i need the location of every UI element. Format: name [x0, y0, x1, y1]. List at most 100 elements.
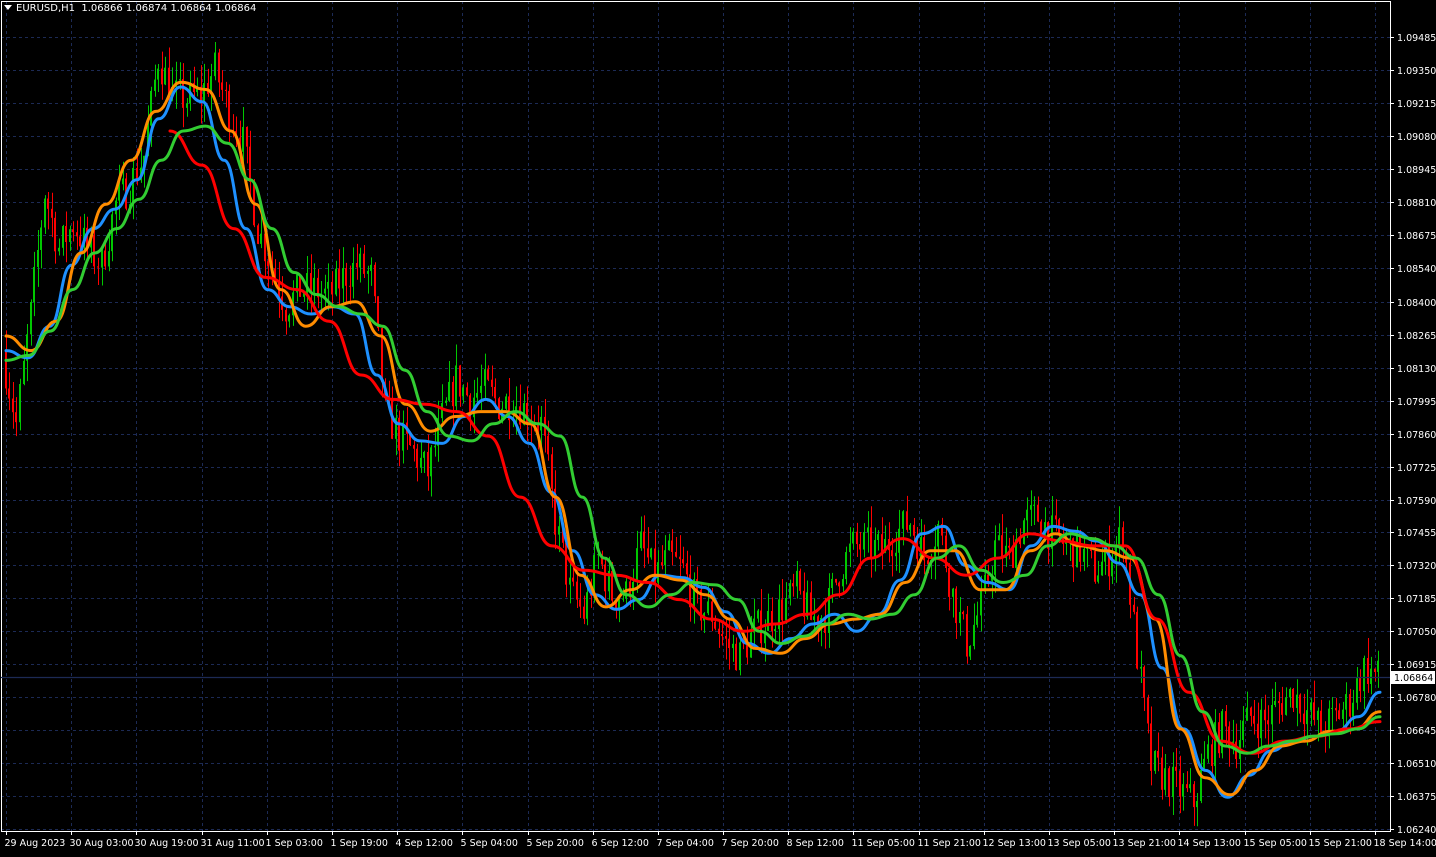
candle-body — [47, 199, 49, 209]
candle-body — [93, 235, 95, 266]
candle-body — [420, 458, 422, 468]
current-price-label: 1.06864 — [1394, 673, 1433, 684]
candle-body — [898, 529, 900, 553]
candle-body — [313, 278, 315, 292]
y-tick-label: 1.08675 — [1397, 231, 1436, 242]
x-tick-label: 7 Sep 20:00 — [722, 838, 779, 849]
candle-body — [572, 578, 574, 582]
candle-body — [675, 552, 677, 557]
candle-body — [122, 179, 124, 185]
y-tick-label: 1.08130 — [1397, 364, 1436, 375]
candle-body — [487, 369, 489, 379]
y-tick-label: 1.09080 — [1397, 132, 1436, 143]
candle-body — [260, 234, 262, 244]
candle-body — [97, 266, 99, 267]
candle-body — [356, 263, 358, 267]
candle-body — [856, 532, 858, 544]
candle-body — [1310, 702, 1312, 710]
candle-body — [1001, 535, 1003, 558]
candle-body — [132, 168, 134, 204]
y-tick-label: 1.07860 — [1397, 430, 1436, 441]
candle-body — [1150, 723, 1152, 770]
candle-body — [728, 639, 730, 648]
candle-body — [909, 525, 911, 530]
candle-body — [952, 589, 954, 597]
x-tick-label: 8 Sep 12:00 — [787, 838, 844, 849]
candle-body — [76, 232, 78, 236]
candle-body — [1274, 701, 1276, 705]
candle-body — [363, 254, 365, 274]
candle-body — [331, 282, 333, 295]
candle-body — [359, 254, 361, 268]
y-tick-label: 1.09485 — [1397, 33, 1436, 44]
candle-body — [895, 553, 897, 556]
candle-body — [1374, 669, 1376, 672]
y-tick-label: 1.06915 — [1397, 660, 1436, 671]
candle-body — [179, 79, 181, 81]
candle-body — [781, 599, 783, 620]
candle-body — [349, 286, 351, 287]
candle-body — [1296, 695, 1298, 708]
price-chart[interactable]: 1.094851.093501.092151.090801.089451.088… — [0, 0, 1436, 853]
candle-body — [845, 552, 847, 579]
y-tick-label: 1.08265 — [1397, 331, 1436, 342]
candle-body — [1182, 784, 1184, 796]
candle-body — [1094, 551, 1096, 582]
candle-body — [1023, 520, 1025, 544]
candle-body — [1292, 689, 1294, 708]
chart-canvas[interactable]: 1.094851.093501.092151.090801.089451.088… — [0, 0, 1436, 853]
chart-info-bar: EURUSD,H1 1.06866 1.06874 1.06864 1.0686… — [4, 3, 256, 15]
candle-body — [1289, 689, 1291, 697]
y-tick-label: 1.07320 — [1397, 561, 1436, 572]
candle-body — [1345, 694, 1347, 710]
candle-body — [718, 629, 720, 634]
axes: 1.094851.093501.092151.090801.089451.088… — [1, 2, 1436, 850]
candle-body — [51, 209, 53, 218]
candle-body — [767, 611, 769, 631]
candle-body — [218, 53, 220, 83]
candle-body — [1359, 678, 1361, 691]
candle-body — [1342, 710, 1344, 719]
candle-body — [962, 612, 964, 614]
candle-body — [735, 644, 737, 670]
candle-body — [799, 571, 801, 591]
moving-averages — [6, 82, 1380, 797]
candle-body — [1225, 711, 1227, 726]
candle-body — [1172, 767, 1174, 797]
candle-body — [902, 511, 904, 528]
candle-body — [852, 532, 854, 544]
candle-body — [257, 225, 259, 244]
candle-body — [1349, 694, 1351, 717]
candle-body — [1299, 695, 1301, 714]
candle-body — [891, 550, 893, 556]
candle-body — [551, 454, 553, 488]
candle-body — [225, 90, 227, 91]
candle-body — [246, 127, 248, 147]
candle-body — [466, 387, 468, 395]
x-tick-label: 4 Sep 12:00 — [396, 838, 453, 849]
dropdown-triangle-icon[interactable] — [4, 5, 12, 10]
candle-body — [913, 525, 915, 536]
candle-body — [434, 446, 436, 448]
candle-body — [657, 562, 659, 583]
candle-body — [1147, 698, 1149, 724]
candle-body — [714, 622, 716, 629]
candle-body — [1097, 575, 1099, 581]
x-tick-label: 13 Sep 21:00 — [1113, 838, 1176, 849]
y-tick-label: 1.06240 — [1397, 825, 1436, 836]
candle-body — [859, 544, 861, 549]
candle-body — [1250, 708, 1252, 716]
ma-fast-line — [6, 87, 1380, 797]
candle-body — [796, 571, 798, 587]
candle-body — [491, 380, 493, 387]
candle-body — [1030, 505, 1032, 510]
candle-body — [1101, 562, 1103, 576]
candle-body — [622, 598, 624, 599]
y-tick-label: 1.06780 — [1397, 693, 1436, 704]
candle-body — [505, 396, 507, 408]
candle-body — [785, 598, 787, 620]
candle-body — [44, 199, 46, 228]
candle-body — [1271, 705, 1273, 724]
candle-body — [650, 549, 652, 558]
candle-body — [679, 557, 681, 559]
